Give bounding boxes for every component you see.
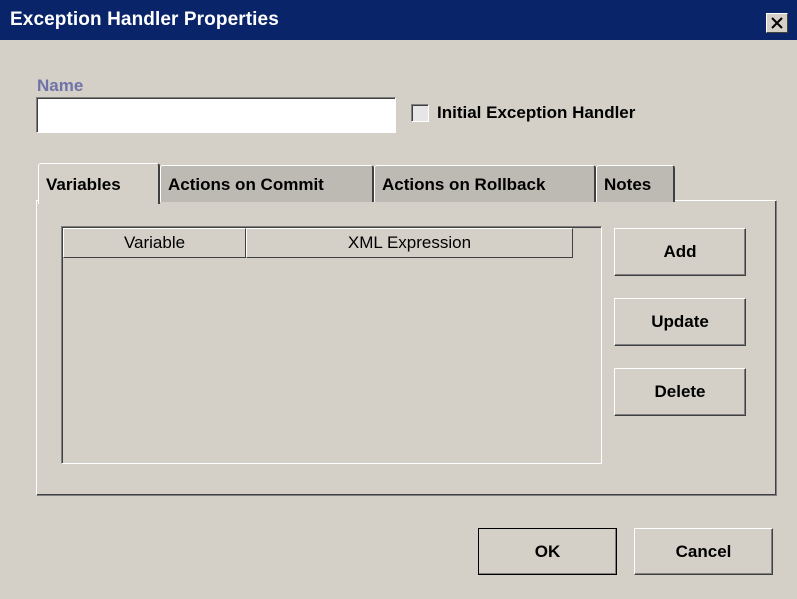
close-icon bbox=[771, 17, 783, 29]
variables-table[interactable]: Variable XML Expression bbox=[61, 226, 602, 464]
ok-button[interactable]: OK bbox=[478, 528, 617, 575]
update-button[interactable]: Update bbox=[614, 298, 746, 346]
tab-actions-on-commit[interactable]: Actions on Commit bbox=[160, 165, 374, 202]
name-input[interactable] bbox=[36, 97, 396, 133]
tab-actions-on-rollback[interactable]: Actions on Rollback bbox=[374, 165, 596, 202]
name-label: Name bbox=[37, 76, 84, 95]
add-button[interactable]: Add bbox=[614, 228, 746, 276]
initial-handler-checkbox-row[interactable]: Initial Exception Handler bbox=[411, 101, 635, 125]
initial-handler-checkbox[interactable] bbox=[411, 104, 429, 122]
tab-variables[interactable]: Variables bbox=[38, 163, 160, 204]
window-title: Exception Handler Properties bbox=[10, 9, 279, 30]
close-button[interactable] bbox=[766, 13, 788, 33]
tab-notes[interactable]: Notes bbox=[596, 165, 675, 202]
cancel-button[interactable]: Cancel bbox=[634, 528, 773, 575]
title-bar: Exception Handler Properties bbox=[0, 0, 797, 40]
initial-handler-label: Initial Exception Handler bbox=[437, 103, 636, 122]
delete-button[interactable]: Delete bbox=[614, 368, 746, 416]
column-header-variable[interactable]: Variable bbox=[63, 228, 246, 258]
column-header-xml-expression[interactable]: XML Expression bbox=[246, 228, 573, 258]
